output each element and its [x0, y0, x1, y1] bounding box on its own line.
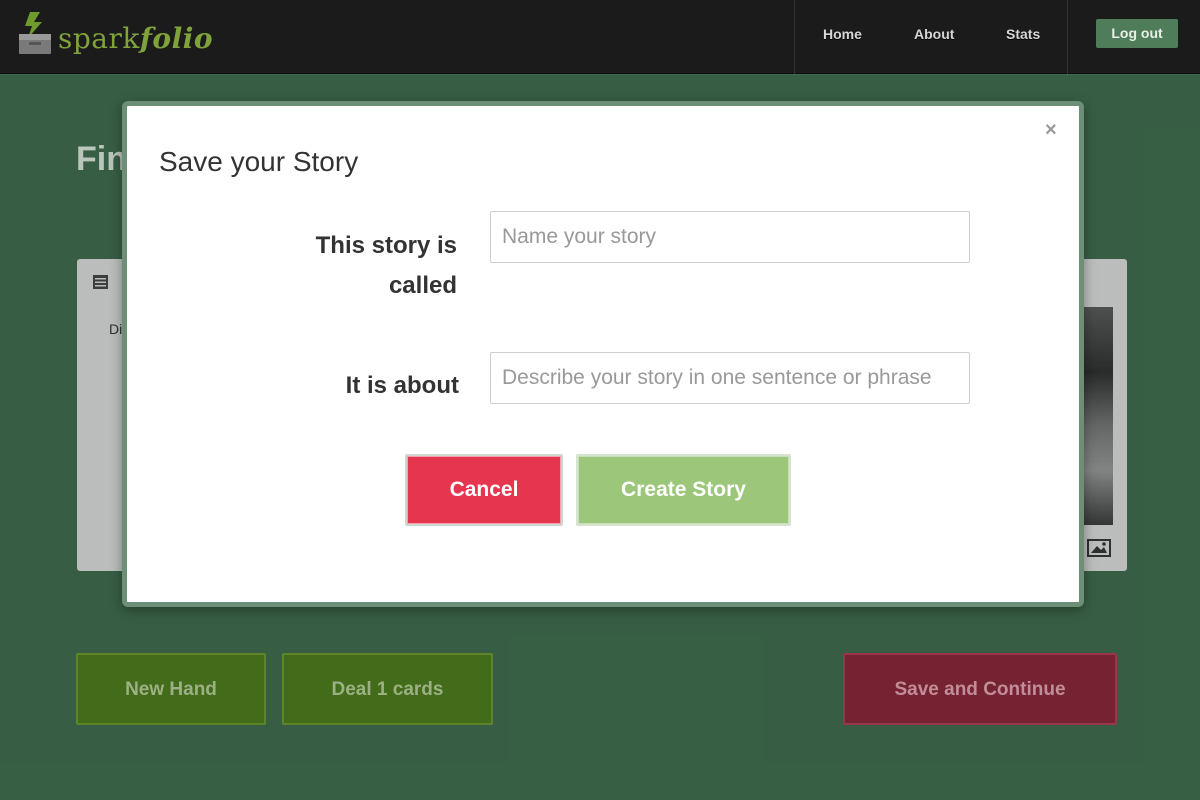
nav-divider — [794, 0, 795, 74]
brand-name: sparkfolio — [58, 22, 213, 55]
brand-logo-link[interactable]: sparkfolio — [16, 10, 213, 60]
story-name-label: This story is called — [287, 226, 457, 306]
modal-title: Save your Story — [159, 146, 359, 177]
brand-prefix: spark — [58, 21, 140, 55]
save-story-modal: Save your Story × This story is called I… — [122, 101, 1084, 607]
box-lightning-icon — [19, 12, 51, 54]
story-name-label-line1: This story is — [315, 232, 457, 259]
nav-divider — [1067, 0, 1068, 74]
nav-link-stats[interactable]: Stats — [1006, 26, 1040, 42]
logout-button[interactable]: Log out — [1096, 19, 1178, 48]
close-icon[interactable]: × — [1045, 120, 1057, 140]
nav-link-home[interactable]: Home — [823, 26, 862, 42]
story-name-input[interactable] — [490, 211, 970, 263]
story-name-label-line2: called — [388, 272, 457, 299]
story-about-label: It is about — [345, 372, 459, 399]
top-navbar: sparkfolio Home About Stats Log out — [0, 0, 1200, 74]
nav-link-about[interactable]: About — [914, 26, 954, 42]
create-story-button[interactable]: Create Story — [576, 454, 791, 526]
story-about-input[interactable] — [490, 352, 970, 404]
cancel-button[interactable]: Cancel — [405, 454, 563, 526]
brand-suffix: folio — [139, 21, 214, 55]
